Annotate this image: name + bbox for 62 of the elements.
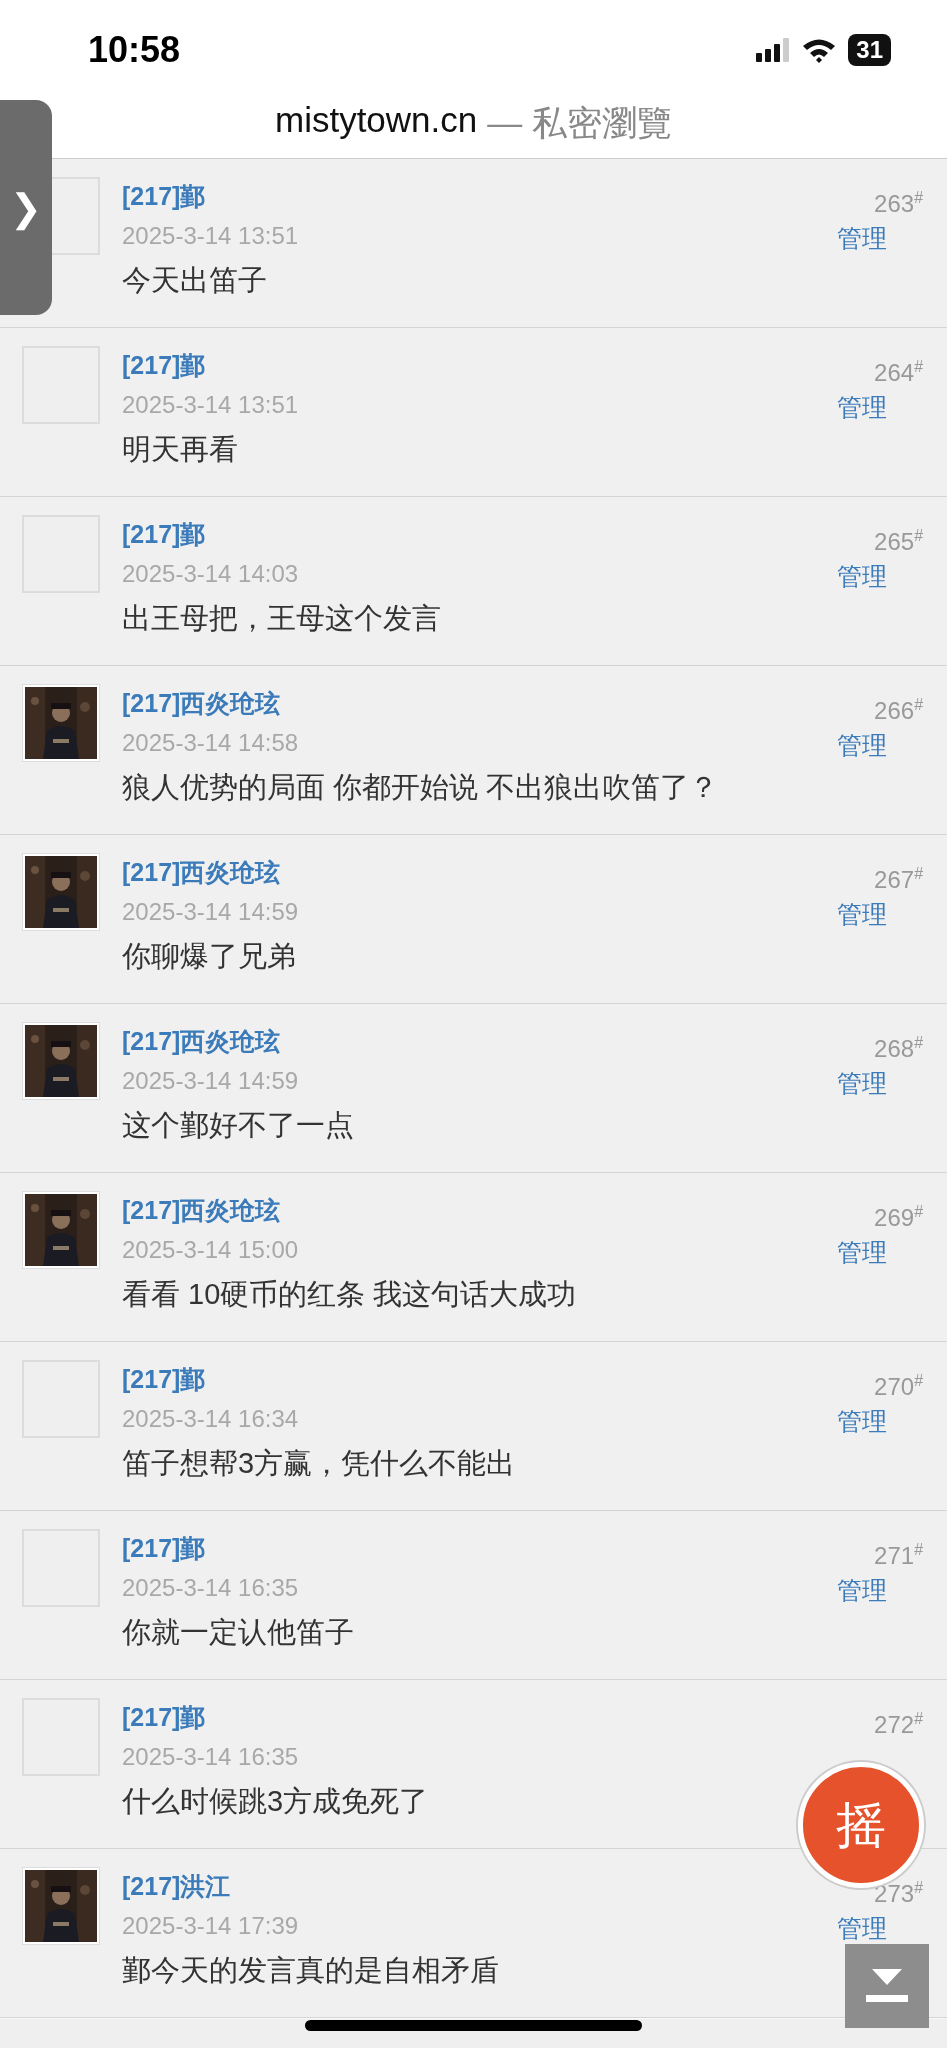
post-text: 今天出笛子 — [122, 263, 267, 298]
manage-link[interactable]: 管理 — [837, 391, 887, 424]
manage-link[interactable]: 管理 — [837, 729, 887, 762]
floor-number: 266$^{#}$ — [874, 696, 923, 725]
floor-number: 267$^{#}$ — [874, 865, 923, 894]
post-time: 2025-3-14 13:51 — [122, 390, 299, 420]
post-author[interactable]: [217]鄞 — [122, 1360, 206, 1398]
post-time: 2025-3-14 16:34 — [122, 1404, 299, 1434]
post-author[interactable]: [217]鄞 — [122, 346, 206, 384]
manage-link[interactable]: 管理 — [837, 1067, 887, 1100]
post-text: 这个鄞好不了一点 — [122, 1108, 354, 1143]
post-text: 出王母把，王母这个发言 — [122, 601, 441, 636]
floor-number: 265$^{#}$ — [874, 527, 923, 556]
scroll-bottom-button[interactable] — [845, 1944, 929, 2028]
post-text: 笛子想帮3方赢，凭什么不能出 — [122, 1446, 516, 1481]
signal-icon — [756, 38, 791, 62]
scroll-bottom-icon — [866, 1969, 908, 2003]
post-time: 2025-3-14 15:00 — [122, 1235, 299, 1265]
floor-number: 269$^{#}$ — [874, 1203, 923, 1232]
post-author[interactable]: [217]西炎玱玹 — [122, 684, 281, 722]
post-time: 2025-3-14 17:39 — [122, 1911, 299, 1941]
manage-link[interactable]: 管理 — [837, 898, 887, 931]
post-time: 2025-3-14 14:59 — [122, 897, 299, 927]
post-text: 什么时候跳3方成免死了 — [122, 1784, 429, 1819]
floor-number: 264$^{#}$ — [874, 358, 923, 387]
manage-link[interactable]: 管理 — [837, 222, 887, 255]
post-author[interactable]: [217]鄞 — [122, 177, 206, 215]
post-time: 2025-3-14 14:59 — [122, 1066, 299, 1096]
post-text: 明天再看 — [122, 432, 238, 467]
floor-number: 268$^{#}$ — [874, 1034, 923, 1063]
floor-number: 271$^{#}$ — [874, 1541, 923, 1570]
post-author[interactable]: [217]鄞 — [122, 515, 206, 553]
post-text: 狼人优势的局面 你都开始说 不出狼出吹笛了？ — [122, 770, 719, 805]
post-author[interactable]: [217]鄞 — [122, 1529, 206, 1567]
floor-number: 272$^{#}$ — [874, 1710, 923, 1739]
floor-number: 263$^{#}$ — [874, 189, 923, 218]
post-text: 看看 10硬币的红条 我这句话大成功 — [122, 1277, 577, 1312]
status-time: 10:58 — [88, 29, 181, 71]
site-address[interactable]: mistytown.cn — [275, 100, 478, 140]
post-text: 你就一定认他笛子 — [122, 1615, 354, 1650]
private-browsing-label: — 私密瀏覽 — [487, 102, 672, 144]
floor-number: 270$^{#}$ — [874, 1372, 923, 1401]
post-author[interactable]: [217]西炎玱玹 — [122, 1191, 281, 1229]
post-author[interactable]: [217]西炎玱玹 — [122, 853, 281, 891]
post-text: 鄞今天的发言真的是自相矛盾 — [122, 1953, 499, 1988]
manage-link[interactable]: 管理 — [837, 1574, 887, 1607]
post-time: 2025-3-14 14:03 — [122, 559, 299, 589]
manage-link[interactable]: 管理 — [837, 1236, 887, 1269]
wifi-icon — [802, 37, 837, 63]
battery-level: 31 — [848, 34, 891, 66]
manage-link[interactable]: 管理 — [837, 560, 887, 593]
post-author[interactable]: [217]洪江 — [122, 1867, 231, 1905]
post-text: 你聊爆了兄弟 — [122, 939, 296, 974]
post-author[interactable]: [217]西炎玱玹 — [122, 1022, 281, 1060]
post-time: 2025-3-14 16:35 — [122, 1742, 299, 1772]
post-time: 2025-3-14 13:51 — [122, 221, 299, 251]
post-author[interactable]: [217]鄞 — [122, 1698, 206, 1736]
side-tab-button[interactable]: ❯ — [0, 100, 52, 315]
manage-link[interactable]: 管理 — [837, 1405, 887, 1438]
post-time: 2025-3-14 14:58 — [122, 728, 299, 758]
post-time: 2025-3-14 16:35 — [122, 1573, 299, 1603]
manage-link[interactable]: 管理 — [837, 1912, 887, 1945]
